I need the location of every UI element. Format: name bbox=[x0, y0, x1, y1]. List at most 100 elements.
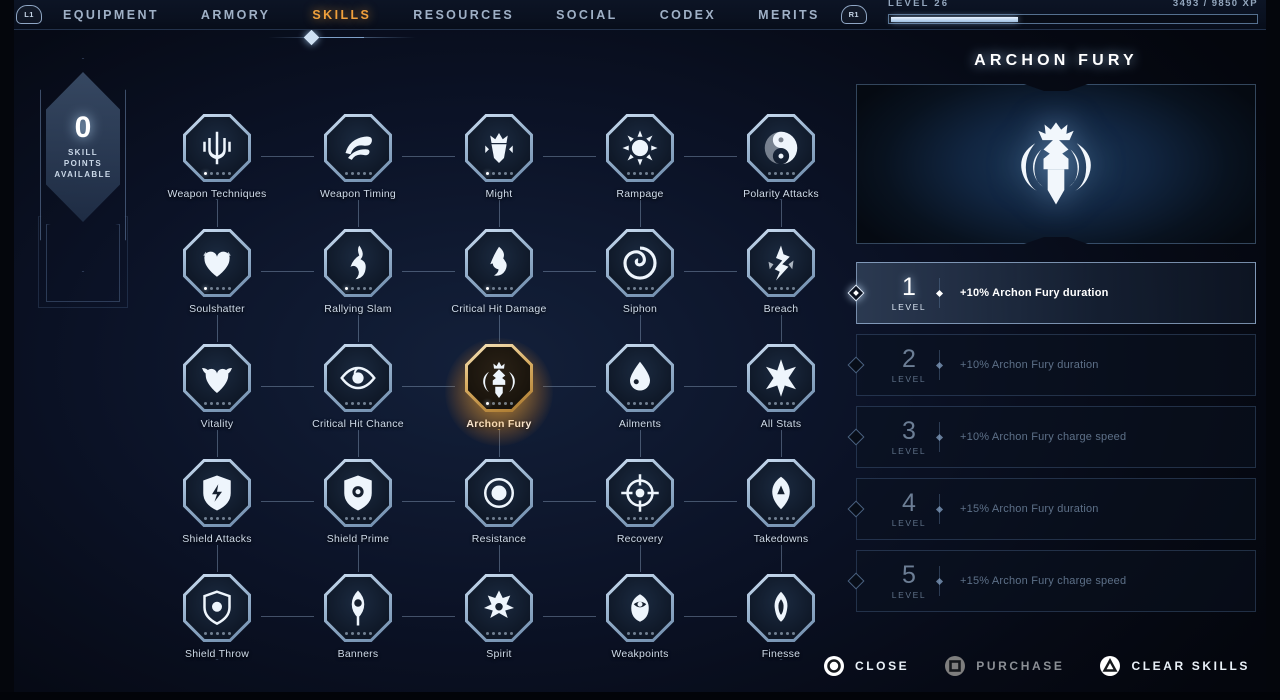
skill-node-spirit[interactable]: Spirit bbox=[451, 574, 547, 686]
skill-node-archon-fury[interactable]: Archon Fury bbox=[445, 338, 553, 456]
node-rank-pip bbox=[767, 632, 771, 635]
skill-node-polarity-attacks[interactable]: Polarity Attacks bbox=[733, 114, 829, 226]
skill-node-label: Shield Prime bbox=[326, 533, 390, 545]
node-rank-pip bbox=[509, 517, 513, 520]
node-rank-pip bbox=[362, 632, 366, 635]
skill-level-row-4[interactable]: 4 LEVEL +15% Archon Fury duration bbox=[847, 478, 1256, 540]
skill-node-shield-prime[interactable]: Shield Prime bbox=[310, 459, 406, 571]
node-rank-pip bbox=[779, 517, 783, 520]
skill-node-critical-hit-chance[interactable]: Critical Hit Chance bbox=[310, 344, 406, 456]
level-separator bbox=[939, 422, 940, 452]
tab-codex[interactable]: CODEX bbox=[639, 0, 737, 30]
skill-node-finesse[interactable]: Finesse bbox=[733, 574, 829, 686]
action-purchase[interactable]: PURCHASE bbox=[945, 656, 1064, 676]
level-description: +10% Archon Fury duration bbox=[960, 359, 1099, 371]
right-shoulder-button[interactable]: R1 bbox=[840, 5, 867, 24]
level-number-group: 1 LEVEL bbox=[881, 274, 937, 312]
skill-points-label-line2: POINTS bbox=[63, 159, 103, 169]
node-rank-pip bbox=[485, 172, 489, 175]
skill-level-row-5[interactable]: 5 LEVEL +15% Archon Fury charge speed bbox=[847, 550, 1256, 612]
skill-detail-panel: ARCHON FURY 1 LEVEL +10% Archon Fury durat… bbox=[847, 52, 1256, 642]
ward-icon bbox=[479, 473, 519, 513]
skill-node-shield-attacks[interactable]: Shield Attacks bbox=[169, 459, 265, 571]
level-word: LEVEL bbox=[891, 301, 927, 312]
shield-throw-icon bbox=[197, 588, 237, 628]
level-marker-diamond-icon bbox=[847, 356, 865, 374]
trident-icon bbox=[197, 128, 237, 168]
level-separator bbox=[939, 278, 940, 308]
node-rank-pips bbox=[183, 402, 251, 405]
skill-node-all-stats[interactable]: All Stats bbox=[733, 344, 829, 456]
skill-node-rallying-slam[interactable]: Rallying Slam bbox=[310, 229, 406, 341]
tree-link bbox=[402, 156, 455, 157]
node-rank-pip bbox=[221, 517, 225, 520]
level-number: 3 bbox=[902, 416, 916, 445]
skill-node-breach[interactable]: Breach bbox=[733, 229, 829, 341]
skill-points-label: SKILL POINTS AVAILABLE bbox=[54, 148, 111, 180]
node-rank-pip bbox=[503, 402, 507, 405]
skill-node-shield-throw[interactable]: Shield Throw bbox=[169, 574, 265, 686]
skill-level-row-1[interactable]: 1 LEVEL +10% Archon Fury duration bbox=[847, 262, 1256, 324]
skill-node-vitality[interactable]: Vitality bbox=[169, 344, 265, 456]
skill-node-label: Rampage bbox=[616, 188, 664, 200]
node-rank-pip bbox=[209, 402, 213, 405]
tab-equipment[interactable]: EQUIPMENT bbox=[42, 0, 180, 30]
skill-node-ailments[interactable]: Ailments bbox=[592, 344, 688, 456]
tab-resources[interactable]: RESOURCES bbox=[392, 0, 535, 30]
node-rank-pip bbox=[215, 172, 219, 175]
skill-node-might[interactable]: Might bbox=[451, 114, 547, 226]
skill-level-row-2[interactable]: 2 LEVEL +10% Archon Fury duration bbox=[847, 334, 1256, 396]
node-rank-pip bbox=[509, 287, 513, 290]
xp-progress-bar bbox=[888, 14, 1258, 24]
xp-value-label: 3493 / 9850 XP bbox=[1172, 0, 1258, 9]
skill-node-resistance[interactable]: Resistance bbox=[451, 459, 547, 571]
tree-link bbox=[543, 501, 596, 502]
action-clear-skills[interactable]: CLEAR SKILLS bbox=[1100, 656, 1250, 676]
node-frame bbox=[183, 459, 251, 527]
skill-node-rampage[interactable]: Rampage bbox=[592, 114, 688, 226]
skill-node-weapon-techniques[interactable]: Weapon Techniques bbox=[167, 114, 266, 226]
node-rank-pip bbox=[785, 287, 789, 290]
node-rank-pip bbox=[344, 402, 348, 405]
skill-node-banners[interactable]: Banners bbox=[310, 574, 406, 686]
crown-beast-icon bbox=[479, 128, 519, 168]
level-number-group: 2 LEVEL bbox=[881, 346, 937, 384]
level-number-group: 3 LEVEL bbox=[881, 416, 937, 456]
node-rank-pip bbox=[209, 632, 213, 635]
node-rank-pips bbox=[324, 402, 392, 405]
skill-node-weakpoints[interactable]: Weakpoints bbox=[592, 574, 688, 686]
node-rank-pip bbox=[632, 172, 636, 175]
skill-node-label: Weakpoints bbox=[611, 648, 669, 660]
skill-node-soulshatter[interactable]: Soulshatter bbox=[169, 229, 265, 341]
node-frame bbox=[465, 344, 533, 412]
skill-level-row-3[interactable]: 3 LEVEL +10% Archon Fury charge speed bbox=[847, 406, 1256, 468]
node-rank-pips bbox=[465, 632, 533, 635]
node-rank-pip bbox=[203, 287, 207, 290]
level-word: LEVEL bbox=[891, 517, 927, 528]
tab-social[interactable]: SOCIAL bbox=[535, 0, 639, 30]
action-label: CLOSE bbox=[854, 659, 910, 673]
skill-hero-frame bbox=[856, 84, 1256, 244]
node-rank-pip bbox=[509, 632, 513, 635]
skill-node-label: Might bbox=[485, 188, 513, 200]
left-shoulder-button[interactable]: L1 bbox=[16, 5, 42, 24]
skill-node-weapon-timing[interactable]: Weapon Timing bbox=[310, 114, 406, 226]
node-rank-pip bbox=[485, 517, 489, 520]
action-close[interactable]: CLOSE bbox=[823, 656, 910, 676]
node-frame bbox=[606, 459, 674, 527]
skill-node-takedowns[interactable]: Takedowns bbox=[733, 459, 829, 571]
skill-node-critical-hit-damage[interactable]: Critical Hit Damage bbox=[451, 229, 547, 341]
level-word: LEVEL bbox=[891, 445, 927, 456]
skill-node-siphon[interactable]: Siphon bbox=[592, 229, 688, 341]
skill-node-recovery[interactable]: Recovery bbox=[592, 459, 688, 571]
tab-skills[interactable]: SKILLS bbox=[291, 0, 392, 30]
node-rank-pip bbox=[509, 172, 513, 175]
tree-link bbox=[543, 271, 596, 272]
tab-armory[interactable]: ARMORY bbox=[180, 0, 292, 30]
tab-merits[interactable]: MERITS bbox=[737, 0, 841, 30]
node-rank-pip bbox=[491, 632, 495, 635]
heart-shard-icon bbox=[197, 243, 237, 283]
node-rank-pip bbox=[632, 517, 636, 520]
node-rank-pip bbox=[779, 632, 783, 635]
node-rank-pip bbox=[203, 402, 207, 405]
